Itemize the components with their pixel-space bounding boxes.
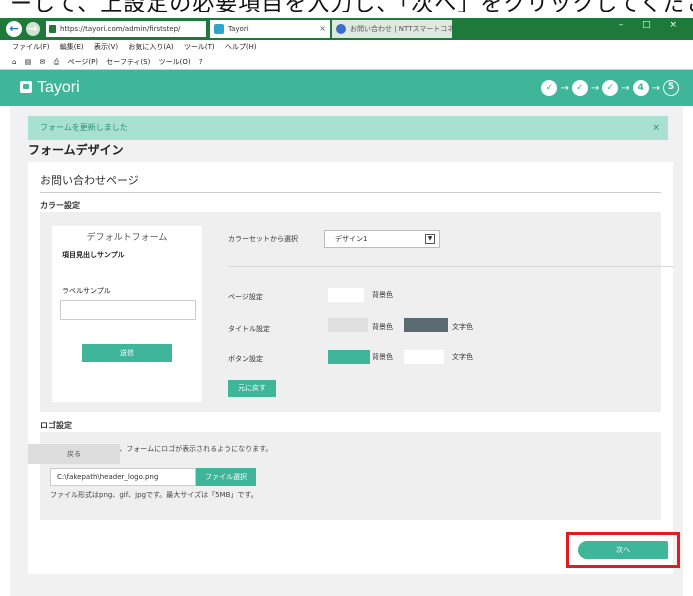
step-indicator: ✓ → ✓ → ✓ → 4 → 5 bbox=[541, 78, 679, 98]
step-arrow-icon: → bbox=[621, 82, 630, 94]
title-bg-label: 背景色 bbox=[372, 323, 393, 331]
step-4: 4 bbox=[632, 80, 649, 96]
colorset-select[interactable]: デザイン1 ▼ bbox=[324, 230, 440, 248]
address-bar[interactable]: https://tayori.com/admin/firststep/ bbox=[46, 21, 206, 37]
step-5: 5 bbox=[663, 80, 679, 96]
screenshot-root: ーして、上設定の必要項目を入力し、「次へ」をクリックしてください ← → htt… bbox=[0, 0, 693, 596]
color-divider bbox=[228, 266, 674, 267]
app-header: Tayori ✓ → ✓ → ✓ → 4 → 5 bbox=[0, 70, 693, 106]
colorset-value: デザイン1 bbox=[335, 235, 368, 243]
back-arrow-icon[interactable]: ← bbox=[6, 21, 22, 37]
brand-name: Tayori bbox=[37, 79, 80, 96]
preview-title: デフォルトフォーム bbox=[86, 233, 168, 243]
form-preview: デフォルトフォーム 項目見出しサンプル ラベルサンプル 送信 bbox=[52, 226, 202, 402]
feeds-icon[interactable]: ▤ bbox=[25, 58, 32, 66]
page-body: フォームを更新しました × フォームデザイン お問い合わせページ カラー設定 デ… bbox=[10, 106, 683, 596]
instruction-caption: ーして、上設定の必要項目を入力し、「次へ」をクリックしてください bbox=[0, 0, 693, 12]
home-icon[interactable]: ⌂ bbox=[12, 58, 16, 66]
menu-file[interactable]: ファイル(F) bbox=[12, 43, 50, 51]
next-button[interactable]: 次へ bbox=[578, 541, 668, 559]
page-bg-label: 背景色 bbox=[372, 291, 393, 299]
tab-contact[interactable]: お問い合わせ | NTTスマートコネクト bbox=[332, 20, 452, 38]
command-safety[interactable]: セーフティ(S) bbox=[106, 58, 150, 66]
tab-close-icon[interactable]: × bbox=[319, 20, 326, 38]
page-title: フォームデザイン bbox=[28, 143, 124, 157]
preview-label: ラベルサンプル bbox=[62, 287, 111, 295]
menu-edit[interactable]: 編集(E) bbox=[60, 43, 84, 51]
notice-close-icon[interactable]: × bbox=[652, 116, 660, 140]
address-url: https://tayori.com/admin/firststep/ bbox=[60, 25, 181, 33]
command-bar: ⌂ ▤ ✉ ⎙ ページ(P) セーフティ(S) ツール(O) ? bbox=[0, 55, 693, 70]
section-title: お問い合わせページ bbox=[40, 174, 139, 187]
address-row: ← → https://tayori.com/admin/firststep/ … bbox=[0, 18, 693, 49]
logo-settings-panel: ロゴを設定しておくと、フォームにロゴが表示されるようになります。 C:\fake… bbox=[40, 432, 661, 520]
step-arrow-icon: → bbox=[651, 82, 660, 94]
menu-help[interactable]: ヘルプ(H) bbox=[225, 43, 257, 51]
button-settings-label: ボタン設定 bbox=[228, 355, 263, 363]
step-arrow-icon: → bbox=[560, 82, 569, 94]
tayori-logo-icon bbox=[20, 81, 32, 93]
button-bg-label: 背景色 bbox=[372, 353, 393, 361]
color-settings-panel: デフォルトフォーム 項目見出しサンプル ラベルサンプル 送信 カラーセットから選… bbox=[40, 212, 674, 412]
tab-title: Tayori bbox=[228, 25, 249, 33]
ntt-favicon-icon bbox=[336, 24, 346, 34]
next-button-highlight: 次へ bbox=[566, 532, 680, 568]
mail-icon[interactable]: ✉ bbox=[40, 58, 46, 66]
command-tools[interactable]: ツール(O) bbox=[159, 58, 191, 66]
chevron-down-icon: ▼ bbox=[425, 234, 435, 244]
preview-send-button: 送信 bbox=[82, 344, 172, 362]
menu-view[interactable]: 表示(V) bbox=[94, 43, 118, 51]
menu-bar: ファイル(F) 編集(E) 表示(V) お気に入り(A) ツール(T) ヘルプ(… bbox=[0, 40, 693, 55]
notice-text: フォームを更新しました bbox=[40, 123, 128, 132]
reset-button[interactable]: 元に戻す bbox=[228, 380, 276, 397]
forward-arrow-icon[interactable]: → bbox=[26, 22, 40, 36]
command-page[interactable]: ページ(P) bbox=[68, 58, 99, 66]
title-text-label: 文字色 bbox=[452, 323, 473, 331]
logo-settings-heading: ロゴ設定 bbox=[40, 421, 72, 430]
tayori-logo[interactable]: Tayori bbox=[20, 78, 80, 98]
step-3: ✓ bbox=[602, 80, 619, 96]
page-bg-swatch[interactable] bbox=[328, 288, 364, 302]
logo-file-field[interactable]: C:\fakepath\header_logo.png bbox=[50, 468, 196, 486]
step-1: ✓ bbox=[541, 80, 558, 96]
back-button[interactable]: 戻る bbox=[28, 444, 120, 464]
step-2: ✓ bbox=[571, 80, 588, 96]
design-card: お問い合わせページ カラー設定 デフォルトフォーム 項目見出しサンプル ラベルサ… bbox=[28, 162, 674, 574]
window-controls[interactable]: – □ × bbox=[619, 20, 685, 30]
title-bg-swatch[interactable] bbox=[328, 318, 368, 332]
tayori-favicon-icon bbox=[214, 24, 224, 34]
file-select-button[interactable]: ファイル選択 bbox=[196, 468, 256, 486]
button-bg-swatch[interactable] bbox=[328, 350, 370, 364]
help-icon[interactable]: ? bbox=[199, 58, 203, 66]
title-settings-label: タイトル設定 bbox=[228, 325, 270, 333]
print-icon[interactable]: ⎙ bbox=[54, 58, 60, 66]
preview-input bbox=[60, 300, 196, 320]
preview-item-heading: 項目見出しサンプル bbox=[62, 251, 125, 259]
button-text-swatch[interactable] bbox=[404, 350, 444, 364]
lock-icon bbox=[49, 25, 56, 33]
logo-file-note: ファイル形式はpng、gif、jpgです。最大サイズは「5MB」です。 bbox=[50, 491, 258, 499]
browser-chrome: ← → https://tayori.com/admin/firststep/ … bbox=[0, 18, 693, 70]
tab-title: お問い合わせ | NTTスマートコネクト bbox=[350, 25, 452, 33]
menu-tools[interactable]: ツール(T) bbox=[184, 43, 215, 51]
update-notice: フォームを更新しました × bbox=[28, 116, 668, 140]
button-text-label: 文字色 bbox=[452, 353, 473, 361]
section-divider bbox=[40, 192, 661, 193]
color-settings-heading: カラー設定 bbox=[40, 201, 80, 210]
title-text-swatch[interactable] bbox=[404, 318, 448, 332]
menu-favorites[interactable]: お気に入り(A) bbox=[128, 43, 173, 51]
page-settings-label: ページ設定 bbox=[228, 293, 263, 301]
step-arrow-icon: → bbox=[590, 82, 600, 94]
colorset-label: カラーセットから選択 bbox=[228, 235, 298, 243]
tab-tayori[interactable]: Tayori × bbox=[210, 20, 330, 38]
